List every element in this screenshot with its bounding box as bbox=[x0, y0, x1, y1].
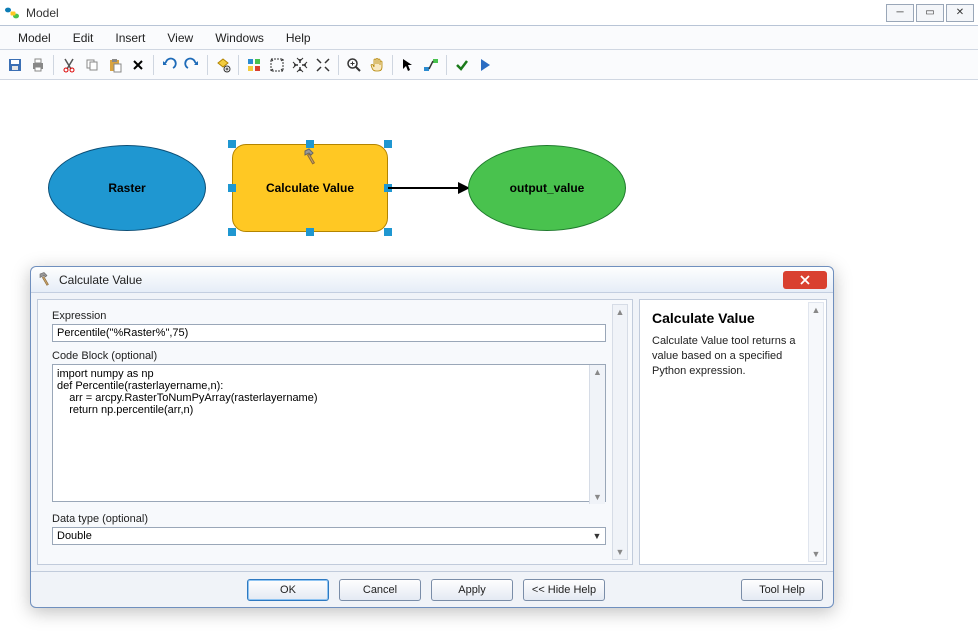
validate-button[interactable] bbox=[451, 54, 473, 76]
dialog-close-button[interactable] bbox=[783, 271, 827, 289]
scroll-down-icon[interactable]: ▼ bbox=[590, 490, 605, 504]
full-extent-button[interactable] bbox=[266, 54, 288, 76]
modelbuilder-icon bbox=[4, 5, 20, 21]
scroll-up-icon[interactable]: ▲ bbox=[809, 303, 823, 317]
close-icon bbox=[800, 275, 810, 285]
help-body: Calculate Value tool returns a value bas… bbox=[652, 334, 804, 379]
separator bbox=[392, 55, 393, 75]
selection-handle[interactable] bbox=[306, 228, 314, 236]
cut-button[interactable] bbox=[58, 54, 80, 76]
separator bbox=[207, 55, 208, 75]
connector-arrow bbox=[388, 180, 470, 196]
cancel-button[interactable]: Cancel bbox=[339, 579, 421, 601]
selection-handle[interactable] bbox=[306, 140, 314, 148]
zoom-in-step-button[interactable] bbox=[289, 54, 311, 76]
leftpanel-scrollbar[interactable]: ▲ ▼ bbox=[612, 304, 628, 560]
separator bbox=[446, 55, 447, 75]
menu-windows[interactable]: Windows bbox=[205, 28, 274, 48]
codeblock-input[interactable] bbox=[52, 364, 606, 502]
chevron-down-icon[interactable]: ▼ bbox=[590, 529, 604, 543]
selection-handle[interactable] bbox=[228, 140, 236, 148]
undo-button[interactable] bbox=[158, 54, 180, 76]
autolayout-button[interactable] bbox=[243, 54, 265, 76]
menu-model[interactable]: Model bbox=[8, 28, 61, 48]
help-heading: Calculate Value bbox=[652, 310, 804, 326]
expression-input[interactable] bbox=[52, 324, 606, 342]
redo-button[interactable] bbox=[181, 54, 203, 76]
window-title: Model bbox=[26, 6, 59, 20]
hammer-icon bbox=[37, 272, 53, 288]
toolbar bbox=[0, 50, 978, 80]
save-button[interactable] bbox=[4, 54, 26, 76]
codeblock-label: Code Block (optional) bbox=[52, 350, 606, 362]
copy-button[interactable] bbox=[81, 54, 103, 76]
menu-edit[interactable]: Edit bbox=[63, 28, 104, 48]
separator bbox=[238, 55, 239, 75]
datatype-select[interactable]: ▼ bbox=[52, 527, 606, 545]
menu-insert[interactable]: Insert bbox=[105, 28, 155, 48]
apply-button[interactable]: Apply bbox=[431, 579, 513, 601]
paste-button[interactable] bbox=[104, 54, 126, 76]
datatype-value[interactable] bbox=[52, 527, 606, 545]
selection-handle[interactable] bbox=[384, 228, 392, 236]
hammer-icon bbox=[301, 148, 321, 168]
zoom-out-step-button[interactable] bbox=[312, 54, 334, 76]
codeblock-scrollbar[interactable]: ▲ ▼ bbox=[589, 365, 605, 504]
helppanel-scrollbar[interactable]: ▲ ▼ bbox=[808, 302, 824, 562]
node-calculate-value[interactable]: Calculate Value bbox=[232, 144, 388, 232]
hide-help-button[interactable]: << Hide Help bbox=[523, 579, 605, 601]
delete-button[interactable] bbox=[127, 54, 149, 76]
dialog-button-bar: OK Cancel Apply << Hide Help Tool Help bbox=[31, 571, 833, 607]
separator bbox=[338, 55, 339, 75]
scroll-up-icon[interactable]: ▲ bbox=[613, 305, 627, 319]
menu-bar: Model Edit Insert View Windows Help bbox=[0, 26, 978, 50]
tool-help-button[interactable]: Tool Help bbox=[741, 579, 823, 601]
node-label: Calculate Value bbox=[266, 181, 354, 195]
selection-handle[interactable] bbox=[384, 140, 392, 148]
expression-label: Expression bbox=[52, 310, 606, 322]
node-raster[interactable]: Raster bbox=[48, 145, 206, 231]
separator bbox=[53, 55, 54, 75]
selection-handle[interactable] bbox=[228, 184, 236, 192]
add-data-button[interactable] bbox=[212, 54, 234, 76]
close-button[interactable]: ✕ bbox=[946, 4, 974, 22]
dialog-help-panel: Calculate Value Calculate Value tool ret… bbox=[639, 299, 827, 565]
window-titlebar: Model ─ ▭ ✕ bbox=[0, 0, 978, 26]
menu-view[interactable]: View bbox=[157, 28, 203, 48]
print-button[interactable] bbox=[27, 54, 49, 76]
node-label: Raster bbox=[108, 181, 145, 195]
scroll-up-icon[interactable]: ▲ bbox=[590, 365, 605, 379]
separator bbox=[153, 55, 154, 75]
restore-button[interactable]: ▭ bbox=[916, 4, 944, 22]
dialog-left-panel: Expression Code Block (optional) ▲ ▼ Dat… bbox=[37, 299, 633, 565]
ok-button[interactable]: OK bbox=[247, 579, 329, 601]
dialog-title: Calculate Value bbox=[59, 273, 142, 287]
selection-handle[interactable] bbox=[228, 228, 236, 236]
run-button[interactable] bbox=[474, 54, 496, 76]
node-label: output_value bbox=[510, 181, 585, 195]
scroll-down-icon[interactable]: ▼ bbox=[613, 545, 627, 559]
calculate-value-dialog: Calculate Value Expression Code Block (o… bbox=[30, 266, 834, 608]
node-output-value[interactable]: output_value bbox=[468, 145, 626, 231]
pan-button[interactable] bbox=[366, 54, 388, 76]
dialog-body: Expression Code Block (optional) ▲ ▼ Dat… bbox=[31, 293, 833, 571]
minimize-button[interactable]: ─ bbox=[886, 4, 914, 22]
scroll-down-icon[interactable]: ▼ bbox=[809, 547, 823, 561]
zoom-in-button[interactable] bbox=[343, 54, 365, 76]
datatype-label: Data type (optional) bbox=[52, 513, 606, 525]
select-button[interactable] bbox=[397, 54, 419, 76]
menu-help[interactable]: Help bbox=[276, 28, 321, 48]
connect-button[interactable] bbox=[420, 54, 442, 76]
dialog-titlebar[interactable]: Calculate Value bbox=[31, 267, 833, 293]
